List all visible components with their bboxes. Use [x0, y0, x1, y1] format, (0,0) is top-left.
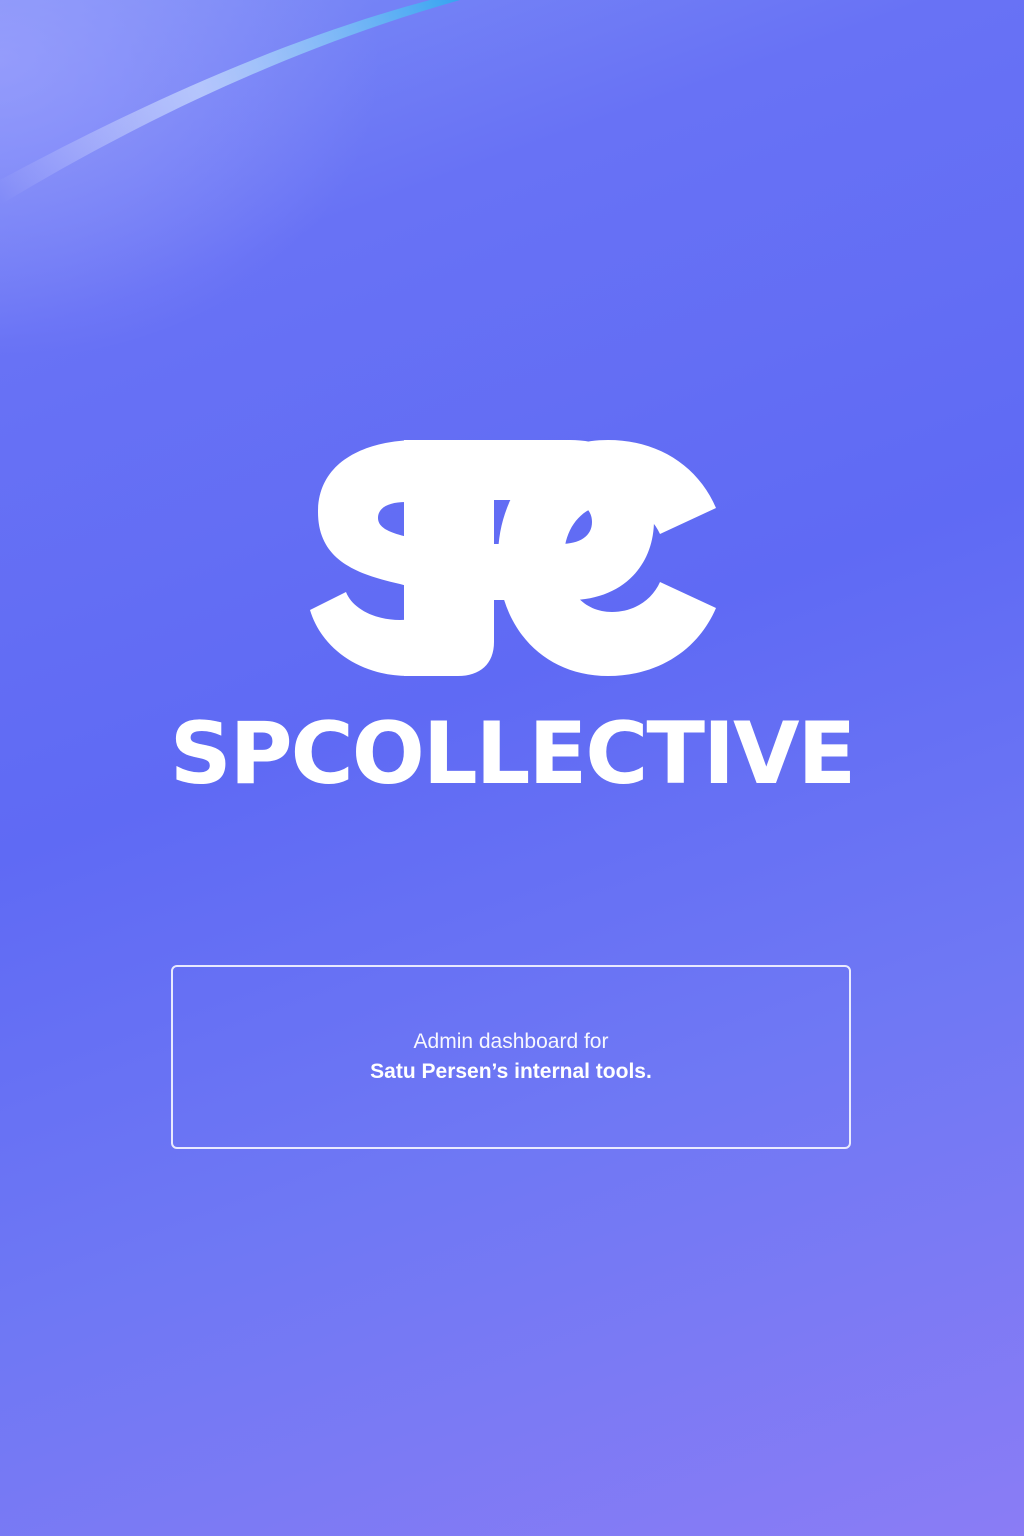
- spc-monogram-logo-icon: [310, 440, 716, 676]
- info-org-name: Satu Persen’s internal tools.: [370, 1060, 652, 1083]
- info-description: Admin dashboard for: [413, 1030, 609, 1053]
- brand-wordmark: SPCOLLECTIVE: [169, 704, 857, 804]
- info-box: Admin dashboard for Satu Persen’s intern…: [171, 965, 851, 1149]
- splash-screen: { "brand": { "logo_icon": "spc-monogram-…: [0, 0, 1024, 1536]
